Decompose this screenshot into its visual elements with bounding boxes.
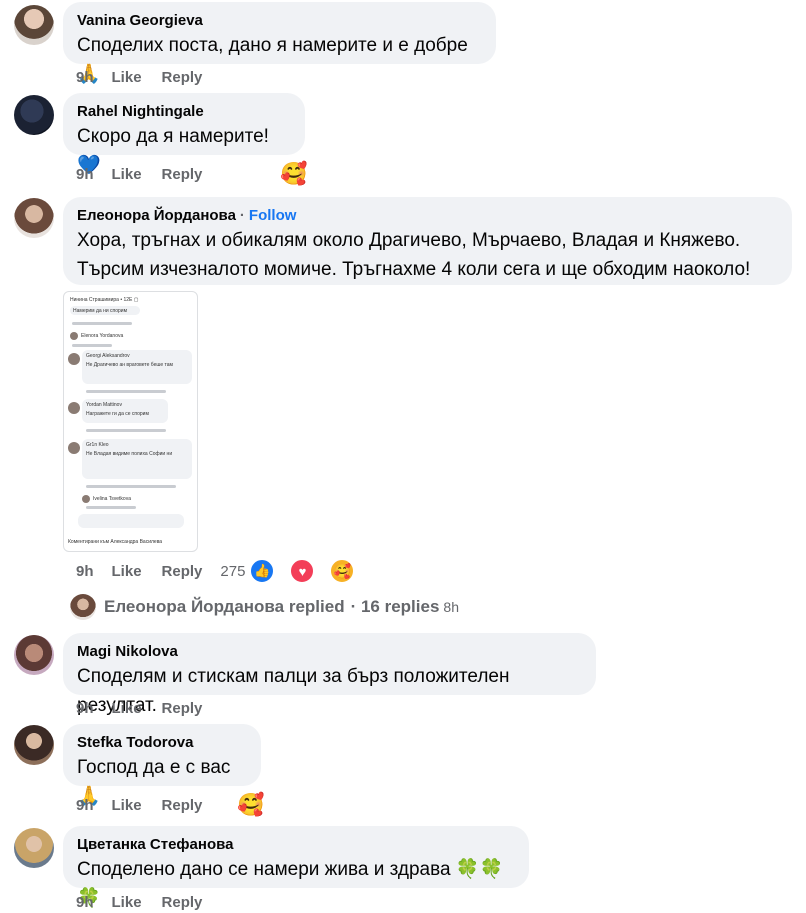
thumb-avatar	[70, 332, 78, 340]
avatar[interactable]	[14, 725, 54, 765]
thumb-text: Не Драгичево ан враговете беше там	[86, 362, 173, 368]
comment-author[interactable]: Magi Nikolova	[77, 642, 582, 662]
comment-text-line1: Хора, тръгнах и обикалям около Драгичево…	[77, 230, 741, 251]
replies-count: · 16 replies	[350, 597, 440, 616]
like-button[interactable]: Like	[112, 69, 142, 86]
comment-bubble: Vanina Georgieva Споделих поста, дано я …	[63, 2, 496, 85]
like-icon: 👍	[249, 558, 276, 584]
reply-button[interactable]: Reply	[162, 563, 203, 580]
thumb-line	[86, 506, 136, 509]
thumb-line	[72, 322, 132, 325]
comment-actions: 9h Like Reply	[76, 67, 222, 87]
comment-author[interactable]: Елеонора Йорданова	[77, 207, 236, 224]
comment-time[interactable]: 9h	[76, 69, 94, 86]
thumb-text: Ivelina Tsvetkova	[93, 496, 131, 502]
thumb-line	[86, 485, 176, 488]
like-button[interactable]: Like	[112, 563, 142, 580]
thumb-line	[72, 344, 112, 347]
care-reaction-icon[interactable]: 🥰	[280, 163, 307, 185]
thumb-text: Награжете ги да се спорим	[86, 411, 149, 417]
reply-button[interactable]: Reply	[162, 69, 203, 86]
reaction-icons[interactable]: 👍 ♥ 🥰	[249, 558, 375, 584]
thumb-avatar	[68, 402, 80, 414]
attached-screenshot-image[interactable]: Нинина Страшимира • 12Е ▢ Намерим да ни …	[63, 291, 198, 552]
follow-button[interactable]: Follow	[249, 207, 297, 224]
comment-author[interactable]: Vanina Georgieva	[77, 11, 482, 31]
thumb-text: Намерим да ни спорим	[73, 308, 128, 314]
reply-button[interactable]: Reply	[162, 797, 203, 814]
thumb-bubble	[78, 514, 184, 528]
replies-author: Елеонора Йорданова replied	[104, 597, 345, 616]
avatar[interactable]	[14, 198, 54, 238]
reply-button[interactable]: Reply	[162, 700, 203, 717]
comment-bubble: Rahel Nightingale Скоро да я намерите! 💙	[63, 93, 305, 176]
comment-actions: 9h Like Reply	[76, 892, 222, 912]
comment-time[interactable]: 9h	[76, 166, 94, 183]
avatar[interactable]	[14, 635, 54, 675]
comment-actions: 9h Like Reply 275 👍 ♥ 🥰	[76, 558, 375, 584]
thumb-text: Не Владая видиме полиха Софии ни	[86, 451, 173, 457]
comment-bubble: Stefka Todorova Господ да е с вас🙏	[63, 724, 261, 807]
thumb-text: Коментирани към Александра Василева	[68, 539, 163, 545]
comment-actions: 9h Like Reply	[76, 698, 222, 718]
thumb-line	[86, 429, 166, 432]
thumb-avatar	[68, 442, 80, 454]
comment-author[interactable]: Rahel Nightingale	[77, 102, 291, 122]
heart-icon: ♥	[289, 558, 316, 584]
thumb-line	[86, 390, 166, 393]
thumb-text: Elenora Yordanova	[81, 333, 124, 339]
reaction-count[interactable]: 275	[220, 563, 245, 580]
thumb-text: Gr1n Kleo	[86, 442, 109, 448]
separator-dot: ·	[239, 207, 245, 224]
like-button[interactable]: Like	[112, 166, 142, 183]
comment-actions: 9h Like Reply	[76, 795, 222, 815]
comment-bubble: Magi Nikolova Споделям и стискам палци з…	[63, 633, 596, 716]
thumb-avatar	[68, 353, 80, 365]
avatar[interactable]	[14, 828, 54, 868]
comment-actions: 9h Like Reply	[76, 164, 222, 184]
comment-time[interactable]: 9h	[76, 563, 94, 580]
comment-text-line2: Търсим изчезналото момиче. Тръгнахме 4 к…	[77, 259, 751, 280]
comment-bubble: Цветанка Стефанова Споделено дано се нам…	[63, 826, 529, 909]
avatar	[70, 594, 96, 620]
care-icon: 🥰	[329, 558, 356, 584]
like-button[interactable]: Like	[112, 700, 142, 717]
replies-time: 8h	[443, 599, 459, 615]
avatar[interactable]	[14, 5, 54, 45]
thumb-text: Нинина Страшимира • 12Е ▢	[70, 297, 139, 303]
comment-time[interactable]: 9h	[76, 797, 94, 814]
comment-author[interactable]: Stefka Todorova	[77, 733, 247, 753]
comment-bubble: Елеонора Йорданова · Follow Хора, тръгнах …	[63, 197, 792, 285]
avatar[interactable]	[14, 95, 54, 135]
reply-button[interactable]: Reply	[162, 166, 203, 183]
care-reaction-icon[interactable]: 🥰	[237, 794, 264, 816]
comment-author-row: Елеонора Йорданова · Follow	[77, 206, 778, 226]
thumb-text: Yordan Mattinov	[86, 402, 122, 408]
thumb-text: Georgi Aleksandrov	[86, 353, 130, 359]
view-replies-link[interactable]: Елеонора Йорданова replied · 16 replies …	[70, 594, 459, 620]
thumb-avatar	[82, 495, 90, 503]
like-button[interactable]: Like	[112, 797, 142, 814]
comment-author[interactable]: Цветанка Стефанова	[77, 835, 515, 855]
comment-time[interactable]: 9h	[76, 700, 94, 717]
